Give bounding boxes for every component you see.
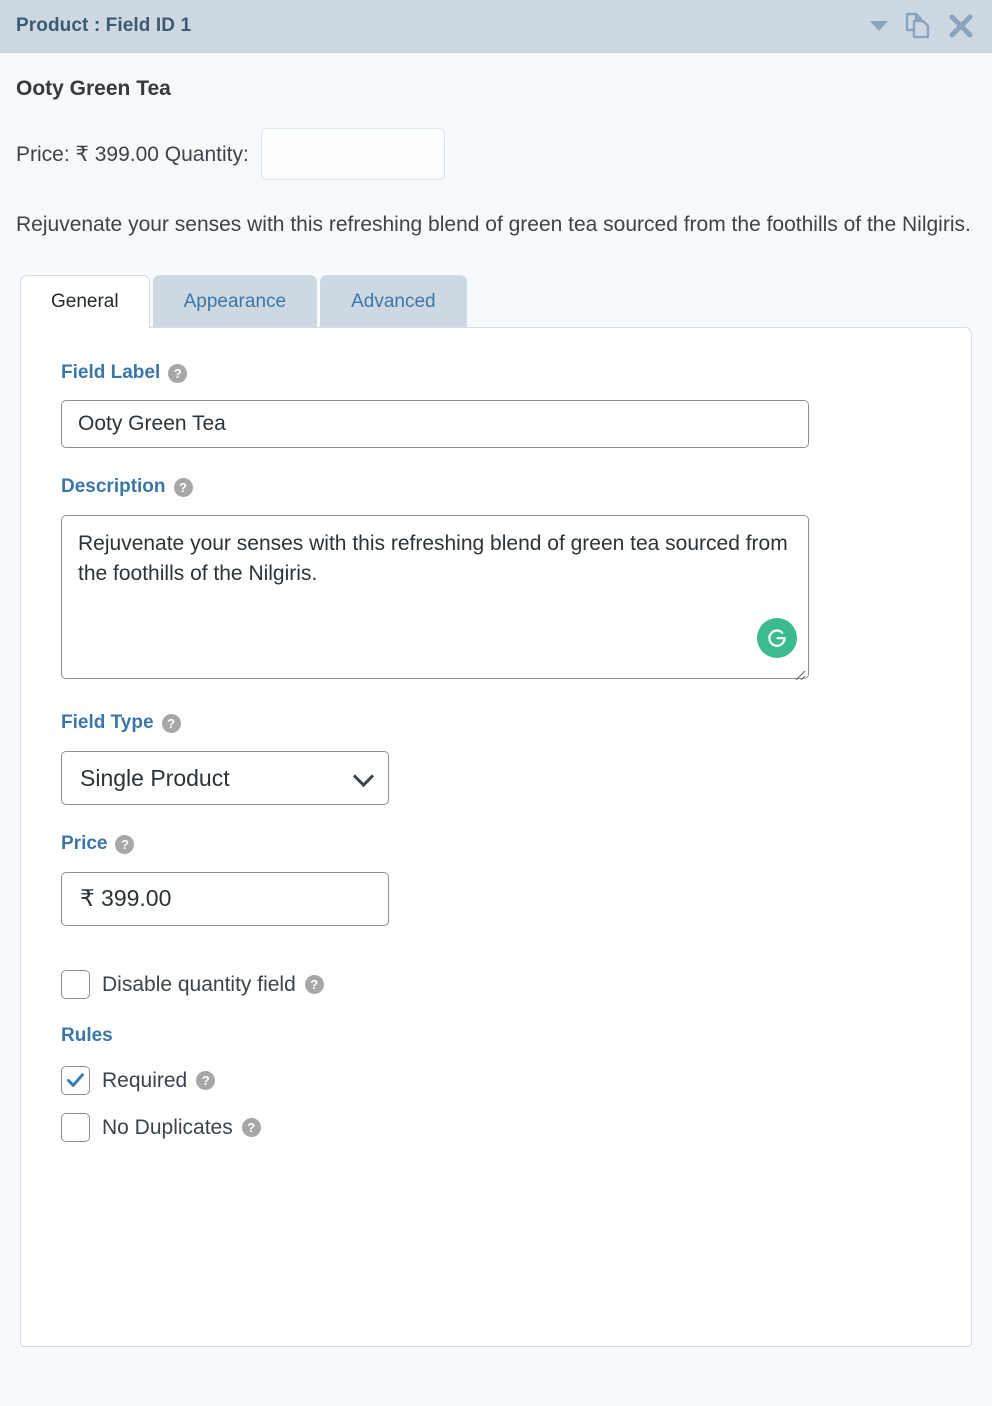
required-label[interactable]: Required ? [102,1068,216,1093]
help-icon[interactable]: ? [304,974,324,994]
settings-tabs: General Appearance Advanced [0,274,992,328]
description-textarea[interactable]: Rejuvenate your senses with this refresh… [61,515,809,680]
disable-quantity-label[interactable]: Disable quantity field ? [102,972,324,997]
no-duplicates-label[interactable]: No Duplicates ? [102,1115,261,1140]
field-group-field-type: Field Type ? Single Product [61,712,935,806]
description-label-heading: Description ? [61,476,935,499]
description-label-text: Description [61,476,166,498]
help-icon[interactable]: ? [168,363,188,383]
duplicate-icon[interactable] [905,12,931,40]
disable-quantity-checkbox[interactable] [61,969,90,999]
required-label-text: Required [102,1068,188,1092]
rules-heading: Rules [61,1024,113,1046]
price-label-heading: Price ? [61,833,935,856]
field-label-heading: Field Label ? [61,362,935,385]
grammarly-icon[interactable] [757,618,797,659]
disable-quantity-label-text: Disable quantity field [102,972,296,996]
field-type-label-heading: Field Type ? [61,712,935,735]
product-preview: Ooty Green Tea Price: ₹ 399.00 Quantity:… [0,53,992,240]
required-checkbox[interactable] [61,1065,90,1095]
preview-description: Rejuvenate your senses with this refresh… [16,213,971,237]
tab-general[interactable]: General [20,274,150,328]
field-group-description: Description ? Rejuvenate your senses wit… [61,476,935,684]
field-type-select-wrap: Single Product [61,751,389,806]
field-label-input[interactable] [61,400,809,449]
panel-title: Product : Field ID 1 [16,15,192,36]
help-icon[interactable]: ? [173,478,193,498]
chevron-down-icon[interactable] [870,20,888,32]
help-icon[interactable]: ? [196,1070,216,1090]
help-icon[interactable]: ? [161,714,181,734]
help-icon[interactable]: ? [241,1117,261,1137]
price-label-text: Price [61,833,108,855]
field-group-field-label: Field Label ? [61,362,935,449]
tab-advanced[interactable]: Advanced [320,274,467,327]
checkbox-row-no-duplicates: No Duplicates ? [61,1112,935,1142]
preview-product-name: Ooty Green Tea [16,77,171,100]
description-textarea-wrap: Rejuvenate your senses with this refresh… [61,515,809,684]
tab-panel-general: Field Label ? Description ? Rejuvenate y… [20,326,972,1347]
tab-appearance[interactable]: Appearance [152,274,318,327]
preview-price-label: Price: ₹ 399.00 Quantity: [16,142,249,166]
field-label-text: Field Label [61,361,161,383]
field-type-select[interactable]: Single Product [61,751,389,806]
checkbox-row-required: Required ? [61,1065,935,1095]
titlebar-actions [870,12,978,40]
panel-titlebar: Product : Field ID 1 [0,0,992,53]
close-icon[interactable] [948,13,974,39]
price-input[interactable] [61,871,389,926]
no-duplicates-checkbox[interactable] [61,1112,90,1142]
checkbox-row-disable-quantity: Disable quantity field ? [61,969,935,999]
preview-price-row: Price: ₹ 399.00 Quantity: [16,128,976,181]
field-group-price: Price ? [61,833,935,926]
field-type-label-text: Field Type [61,712,154,734]
help-icon[interactable]: ? [115,834,135,854]
quantity-input[interactable] [260,128,445,181]
no-duplicates-label-text: No Duplicates [102,1115,233,1139]
